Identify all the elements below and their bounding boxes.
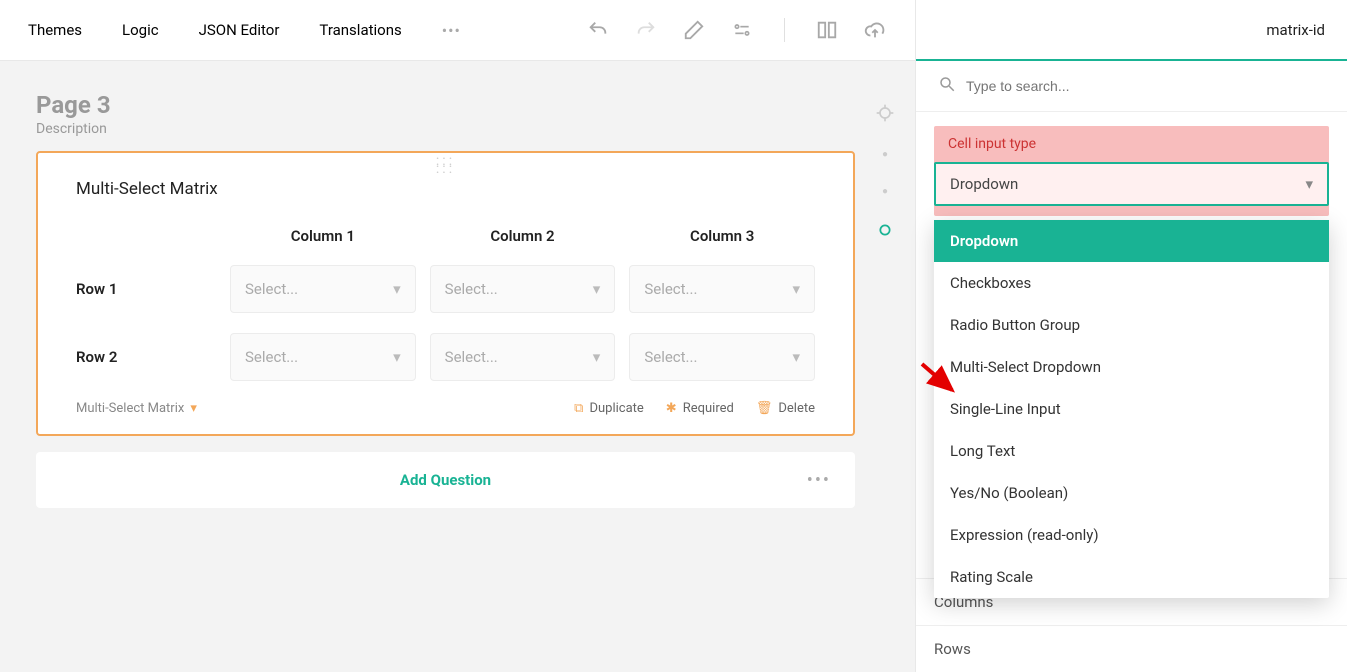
question-title[interactable]: Multi-Select Matrix [76,179,815,199]
matrix-cell-select[interactable]: Select...▾ [230,265,416,313]
search-input[interactable] [966,78,1325,94]
asterisk-icon: ✱ [666,401,677,416]
column-header[interactable]: Column 3 [629,227,815,245]
chevron-down-icon: ▾ [1305,175,1313,193]
page-dot-current[interactable] [878,223,892,237]
matrix-cell-select[interactable]: Select...▾ [629,265,815,313]
redo-icon[interactable] [634,18,658,42]
tab-logic[interactable]: Logic [122,21,159,39]
row-header[interactable]: Row 2 [76,348,216,366]
chevron-down-icon: ▾ [393,280,401,298]
tab-translations[interactable]: Translations [319,21,401,39]
matrix-cell-select[interactable]: Select...▾ [629,333,815,381]
more-tabs-icon[interactable]: ••• [442,21,461,40]
dropdown-option[interactable]: Checkboxes [934,262,1329,304]
dropdown-option[interactable]: Yes/No (Boolean) [934,472,1329,514]
toolbar: Themes Logic JSON Editor Translations ••… [0,0,915,61]
more-options-icon[interactable]: ••• [807,470,831,491]
page-dot[interactable]: ● [882,149,888,160]
column-header[interactable]: Column 2 [430,227,616,245]
delete-button[interactable]: 🗑Delete [756,401,815,416]
chevron-down-icon: ▾ [792,348,800,366]
dropdown-option[interactable]: Rating Scale [934,556,1329,598]
cell-input-type-select[interactable]: Dropdown ▾ [934,162,1329,206]
undo-icon[interactable] [586,18,610,42]
page-title[interactable]: Page 3 [36,91,855,119]
matrix-grid: Column 1 Column 2 Column 3 Row 1 Select.… [76,227,815,381]
row-header[interactable]: Row 1 [76,280,216,298]
dropdown-option[interactable]: Multi-Select Dropdown [934,346,1329,388]
question-type-selector[interactable]: Multi-Select Matrix ▾ [76,401,197,416]
dropdown-option[interactable]: Single-Line Input [934,388,1329,430]
locate-icon[interactable] [875,103,895,123]
chevron-down-icon: ▾ [593,280,601,298]
property-section-rows[interactable]: Rows [916,625,1347,672]
chevron-down-icon: ▾ [393,348,401,366]
cloud-upload-icon[interactable] [863,18,887,42]
drag-handle-icon[interactable]: ::: ::: [436,157,455,173]
question-card[interactable]: ::: ::: Multi-Select Matrix Column 1 Col… [36,151,855,436]
search-icon [938,75,956,97]
add-question-button[interactable]: Add Question ••• [36,452,855,508]
chevron-down-icon: ▾ [593,348,601,366]
matrix-cell-select[interactable]: Select...▾ [430,333,616,381]
page-indicators: ● ● [855,91,915,672]
book-icon[interactable] [815,18,839,42]
chevron-down-icon: ▾ [792,280,800,298]
column-header[interactable]: Column 1 [230,227,416,245]
dropdown-option[interactable]: Dropdown [934,220,1329,262]
cell-input-type-dropdown: Dropdown Checkboxes Radio Button Group M… [934,220,1329,598]
question-type-label: Multi-Select Matrix [76,401,184,416]
dropdown-option[interactable]: Expression (read-only) [934,514,1329,556]
page-description[interactable]: Description [36,121,855,137]
tab-json-editor[interactable]: JSON Editor [199,21,280,39]
required-button[interactable]: ✱Required [666,401,734,416]
matrix-cell-select[interactable]: Select...▾ [430,265,616,313]
tab-themes[interactable]: Themes [28,21,82,39]
selected-element-id[interactable]: matrix-id [916,0,1347,61]
properties-panel: matrix-id Cell input type Dropdown ▾ Dro… [915,0,1347,672]
eraser-icon[interactable] [682,18,706,42]
chevron-down-icon: ▾ [190,401,197,416]
copy-icon: ⧉ [574,401,583,416]
trash-icon: 🗑 [756,401,773,416]
toolbar-separator [784,18,785,42]
duplicate-button[interactable]: ⧉Duplicate [574,401,644,416]
settings-sliders-icon[interactable] [730,18,754,42]
property-label: Cell input type [934,126,1329,162]
page-dot[interactable]: ● [882,186,888,197]
dropdown-option[interactable]: Long Text [934,430,1329,472]
matrix-cell-select[interactable]: Select...▾ [230,333,416,381]
dropdown-option[interactable]: Radio Button Group [934,304,1329,346]
